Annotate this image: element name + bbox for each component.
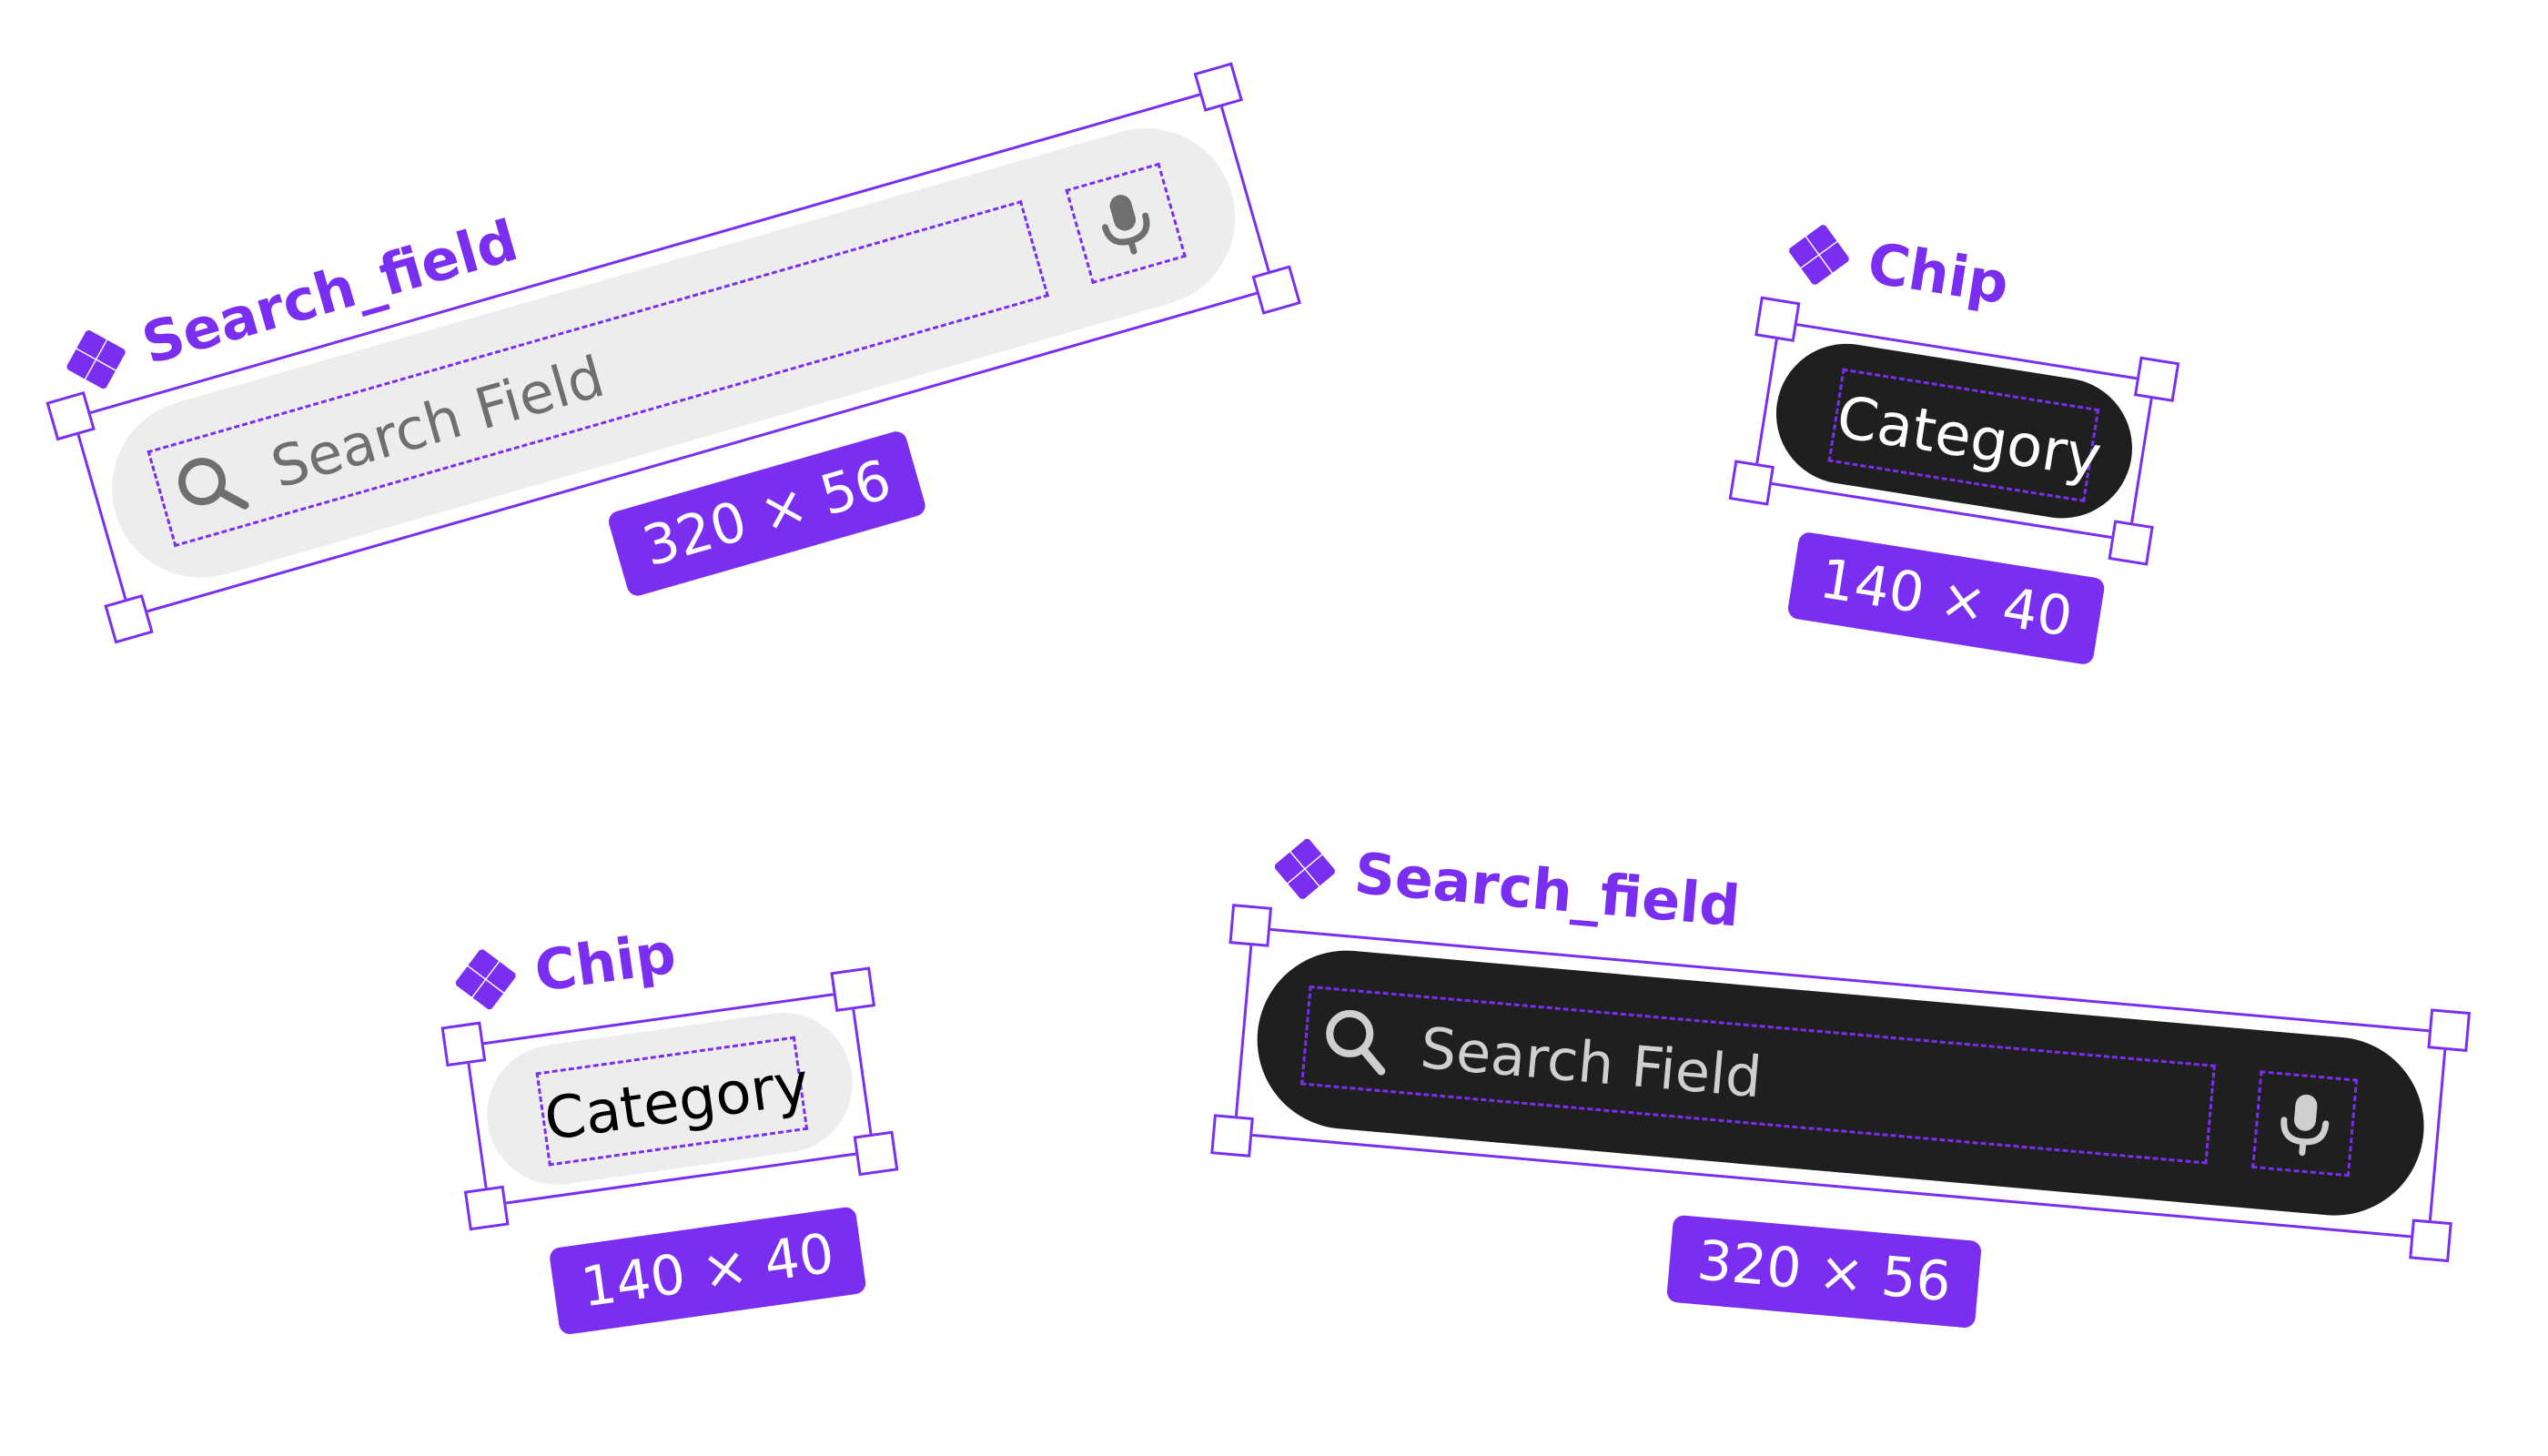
selection-frame[interactable]: Category xyxy=(1728,296,2180,566)
component-name: Chip xyxy=(1863,229,2014,318)
resize-handle-bottom-left[interactable] xyxy=(1210,1114,1254,1158)
resize-handle-bottom-left[interactable] xyxy=(1728,460,1775,506)
resize-handle-bottom-right[interactable] xyxy=(2409,1218,2452,1263)
chip-light-component[interactable]: Chip Category 140 × 40 xyxy=(440,892,923,1356)
component-icon xyxy=(1785,220,1854,289)
selection-frame[interactable]: Search Field xyxy=(1210,904,2472,1263)
resize-handle-top-right[interactable] xyxy=(2427,1008,2472,1052)
component-name: Search_field xyxy=(1351,839,1743,940)
mic-button-frame[interactable] xyxy=(2251,1070,2359,1178)
selection-frame[interactable]: Category xyxy=(440,966,899,1231)
resize-handle-top-left[interactable] xyxy=(46,390,96,441)
search-icon xyxy=(178,458,249,510)
resize-handle-bottom-left[interactable] xyxy=(463,1185,510,1231)
search-placeholder[interactable]: Search Field xyxy=(1418,1015,1764,1110)
search-field-light-component[interactable]: Search_field Search Field 320 × 56 xyxy=(45,0,1301,644)
component-label[interactable]: Search_field xyxy=(1272,833,1743,940)
resize-handle-bottom-left[interactable] xyxy=(104,593,154,644)
component-icon xyxy=(1272,836,1338,902)
component-icon xyxy=(59,322,134,397)
resize-handle-top-right[interactable] xyxy=(1193,62,1243,112)
resize-handle-top-left[interactable] xyxy=(1754,296,1801,342)
size-badge: 320 × 56 xyxy=(1665,1214,1983,1329)
size-badge: 140 × 40 xyxy=(1786,531,2107,666)
component-icon xyxy=(451,945,520,1013)
component-label[interactable]: Chip xyxy=(1785,217,2014,318)
resize-handle-top-right[interactable] xyxy=(830,966,876,1013)
resize-handle-top-left[interactable] xyxy=(440,1021,487,1067)
resize-handle-bottom-right[interactable] xyxy=(853,1130,899,1177)
mic-icon[interactable] xyxy=(2265,1084,2344,1163)
resize-handle-top-left[interactable] xyxy=(1228,904,1273,947)
component-label[interactable]: Chip xyxy=(451,919,680,1016)
resize-handle-bottom-right[interactable] xyxy=(2108,520,2154,566)
search-field-dark-component[interactable]: Search_field Search Field 320 × 56 xyxy=(1210,831,2472,1389)
resize-handle-top-right[interactable] xyxy=(2133,356,2180,402)
size-badge: 140 × 40 xyxy=(548,1206,867,1336)
resize-handle-bottom-right[interactable] xyxy=(1251,265,1301,315)
search-icon xyxy=(1326,1009,1386,1076)
mic-icon[interactable] xyxy=(1081,178,1171,268)
chip-dark-component[interactable]: Chip Category 140 × 40 xyxy=(1728,207,2192,683)
design-canvas[interactable]: Search_field Search Field 320 × 56 Chip … xyxy=(0,0,2548,1456)
component-name: Chip xyxy=(531,919,680,1006)
